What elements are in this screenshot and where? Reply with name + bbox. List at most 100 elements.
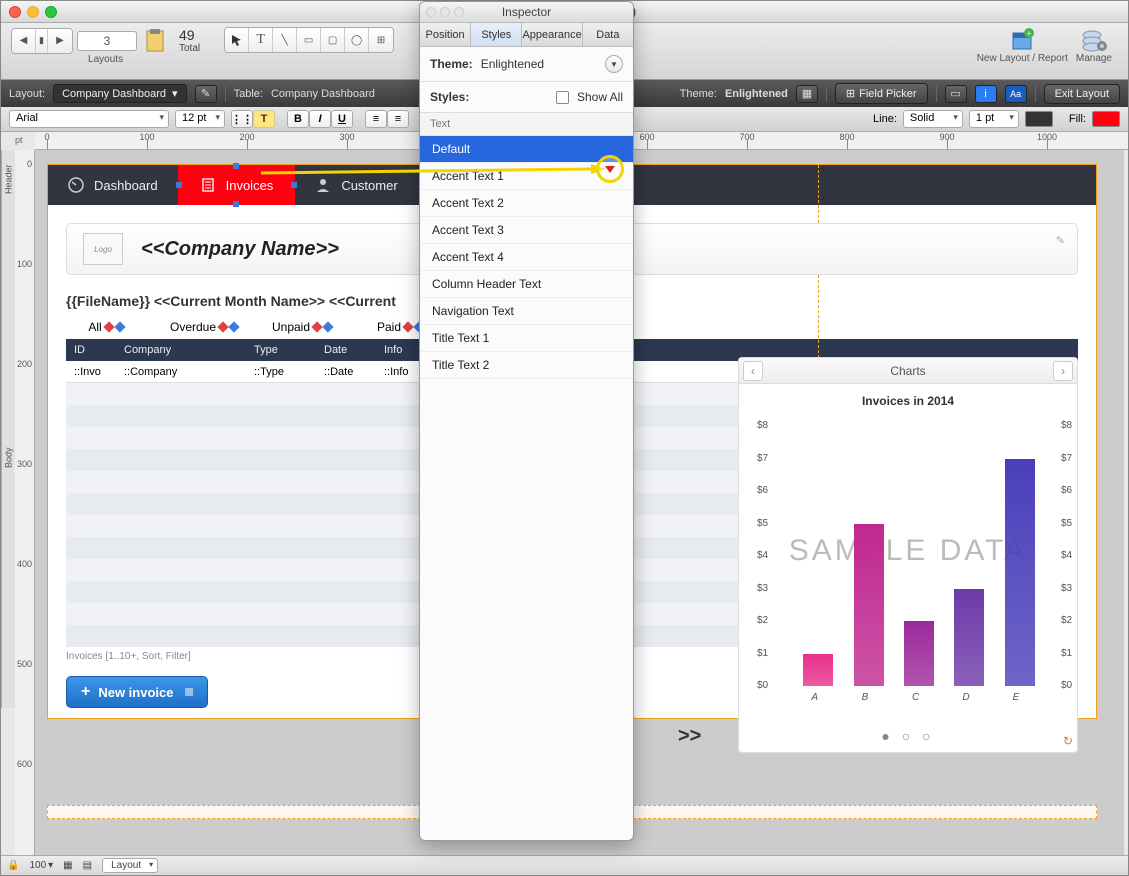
inspector-tab[interactable]: Data: [583, 23, 633, 46]
filter-tab[interactable]: Overdue: [164, 320, 244, 334]
section-body-label: Body: [1, 208, 15, 708]
annotation-arrow: [261, 161, 621, 191]
oval-tool-icon[interactable]: ◯: [345, 28, 369, 52]
line-tool-icon[interactable]: ╲: [273, 28, 297, 52]
inspector-tab[interactable]: Appearance: [522, 23, 582, 46]
line-color-swatch[interactable]: [1025, 111, 1053, 127]
layout-label: Layout:: [9, 88, 45, 100]
align-center-icon[interactable]: ≡: [387, 110, 409, 128]
layout-list-icon[interactable]: ▮: [36, 29, 48, 53]
font-select[interactable]: Arial: [9, 110, 169, 128]
next-layout-icon[interactable]: ▶: [48, 29, 72, 53]
chart-next-icon[interactable]: ›: [1053, 361, 1073, 381]
zoom-control[interactable]: 100▾: [29, 860, 53, 871]
text-color-icon[interactable]: ⋮⋮: [231, 110, 253, 128]
show-all-checkbox[interactable]: [556, 91, 569, 104]
style-item[interactable]: Accent Text 2: [420, 190, 633, 217]
inspector-tab[interactable]: Position: [420, 23, 471, 46]
chart-bar: [803, 654, 833, 687]
filter-tab[interactable]: Unpaid: [262, 320, 342, 334]
style-item[interactable]: Accent Text 3: [420, 217, 633, 244]
gt-marks: >>: [678, 725, 701, 748]
highlight-icon[interactable]: T: [253, 110, 275, 128]
style-item[interactable]: Title Text 2: [420, 352, 633, 379]
selection-tool-icon[interactable]: [225, 28, 249, 52]
ruler-unit: pt: [15, 135, 23, 145]
field-tool-icon[interactable]: ⊞: [369, 28, 393, 52]
charts-titlebar: ‹ Charts ›: [739, 358, 1077, 384]
line-style-select[interactable]: Solid: [903, 110, 963, 128]
layout-part-dropdown[interactable]: Layout: [102, 858, 158, 873]
nav-dashboard[interactable]: Dashboard: [48, 165, 178, 205]
italic-button[interactable]: I: [309, 110, 331, 128]
company-name-placeholder[interactable]: <<Company Name>>: [141, 238, 339, 261]
clipboard-icon: [145, 29, 165, 53]
manage-icon[interactable]: [1080, 27, 1108, 53]
charts-panel: ‹ Charts › Invoices in 2014 SAMPLE DATA …: [738, 357, 1078, 753]
inspector-theme-value: Enlightened: [481, 57, 597, 71]
new-layout-icon[interactable]: +: [1009, 27, 1035, 53]
theme-value: Enlightened: [725, 88, 788, 100]
theme-dropdown-icon[interactable]: ▼: [605, 55, 623, 73]
button-handle-icon: [185, 688, 193, 696]
fill-color-swatch[interactable]: [1092, 111, 1120, 127]
prev-layout-icon[interactable]: ◀: [12, 29, 36, 53]
layout-tools-group: T ╲ ▭ ▢ ◯ ⊞: [224, 27, 394, 64]
inspector-panel[interactable]: Inspector PositionStylesAppearanceData T…: [419, 1, 634, 841]
lock-icon[interactable]: 🔒: [7, 860, 19, 871]
rounded-rect-tool-icon[interactable]: ▢: [321, 28, 345, 52]
font-size-select[interactable]: 12 pt: [175, 110, 225, 128]
pager-dots[interactable]: ● ○ ○: [739, 724, 1077, 752]
style-category: Text: [420, 113, 633, 136]
chart-title: Invoices in 2014: [749, 394, 1067, 408]
chart-prev-icon[interactable]: ‹: [743, 361, 763, 381]
exit-layout-button[interactable]: Exit Layout: [1044, 84, 1120, 104]
layout-dropdown[interactable]: Company Dashboard▾: [53, 84, 186, 103]
rect-tool-icon[interactable]: ▭: [297, 28, 321, 52]
align-left-icon[interactable]: ≡: [365, 110, 387, 128]
record-number[interactable]: 3: [77, 31, 137, 51]
field-picker-button[interactable]: ⊞ Field Picker: [835, 83, 928, 104]
inspector-tabs: PositionStylesAppearanceData: [420, 23, 633, 47]
new-layout-group[interactable]: + New Layout / Report: [977, 27, 1068, 64]
style-item[interactable]: Title Text 1: [420, 325, 633, 352]
layouts-label: Layouts: [88, 54, 123, 65]
theme-picker-icon[interactable]: ▦: [796, 85, 818, 103]
inspector-titlebar: Inspector: [420, 2, 633, 23]
filter-tab[interactable]: All: [66, 320, 146, 334]
info-icon[interactable]: i: [975, 85, 997, 103]
logo-placeholder[interactable]: Logo: [83, 233, 123, 265]
screen-icon[interactable]: ▭: [945, 85, 967, 103]
theme-label: Theme:: [680, 88, 717, 100]
line-weight-select[interactable]: 1 pt: [969, 110, 1019, 128]
fill-label: Fill:: [1069, 113, 1086, 125]
bold-button[interactable]: B: [287, 110, 309, 128]
snap-icon[interactable]: ▤: [83, 860, 92, 871]
annotation-ring: [596, 155, 624, 183]
status-bar: 🔒 100▾ ▦ ▤ Layout: [1, 855, 1128, 875]
inspector-styles-row: Styles: Show All: [420, 82, 633, 113]
gauge-icon: [68, 177, 84, 193]
manage-group[interactable]: Manage: [1076, 27, 1112, 64]
chart-bar: [904, 621, 934, 686]
inspector-title: Inspector: [420, 5, 633, 19]
total-records: 49 Total: [179, 27, 200, 54]
chevron-down-icon: [605, 166, 615, 173]
inspector-tab[interactable]: Styles: [471, 23, 522, 46]
chart-refresh-icon[interactable]: ↻: [1063, 734, 1073, 748]
pencil-icon[interactable]: ✎: [195, 85, 217, 103]
edit-pencil-icon[interactable]: ✎: [1056, 234, 1065, 247]
chart-area: SAMPLE DATA $0$0$1$1$2$2$3$3$4$4$5$5$6$6…: [749, 414, 1067, 714]
grid-icon[interactable]: ▦: [63, 860, 72, 871]
new-invoice-button[interactable]: + New invoice: [66, 676, 208, 708]
style-item[interactable]: Navigation Text: [420, 298, 633, 325]
text-tool-icon[interactable]: T: [249, 28, 273, 52]
style-item[interactable]: Column Header Text: [420, 271, 633, 298]
layout-nav-buttons[interactable]: ◀ ▮ ▶: [11, 28, 73, 54]
style-item[interactable]: Accent Text 4: [420, 244, 633, 271]
aa-icon[interactable]: Aa: [1005, 85, 1027, 103]
section-header-label: Header: [1, 150, 15, 208]
underline-button[interactable]: U: [331, 110, 353, 128]
doc-icon: [200, 177, 216, 193]
svg-text:+: +: [1027, 29, 1032, 38]
